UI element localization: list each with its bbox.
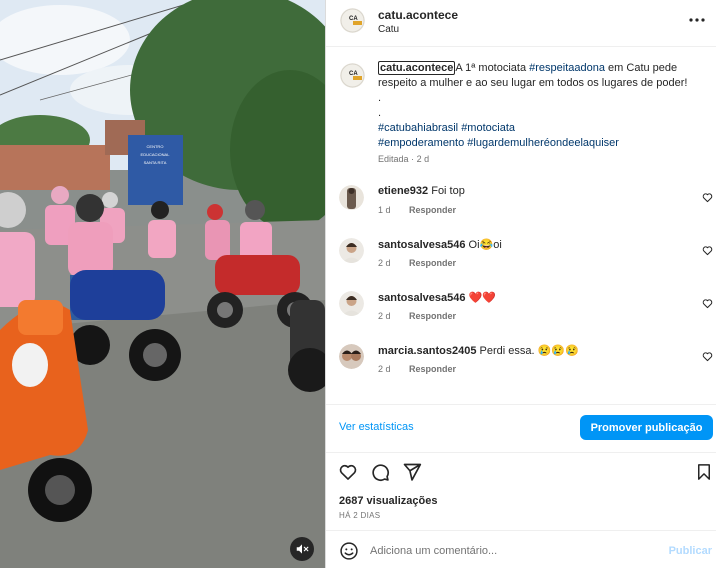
comment-username[interactable]: marcia.santos2405 xyxy=(378,345,476,357)
comment-meta: 2 d Responder xyxy=(378,258,472,268)
caption-author-avatar[interactable]: CA xyxy=(340,63,365,88)
catu-acontece-logo: CA xyxy=(340,8,365,33)
publish-comment-button[interactable]: Publicar xyxy=(669,545,712,557)
commenter-avatar[interactable] xyxy=(339,291,364,316)
instagram-post-modal: CENTRO EDUCACIONAL SANTA RITA CA catu.ac… xyxy=(0,0,716,568)
comment-username[interactable]: etiene932 xyxy=(378,185,428,197)
comment-age: 2 d xyxy=(378,311,391,321)
post-caption: catu.acontece A 1ª motociata #respeitaado… xyxy=(378,61,710,151)
svg-text:SANTA RITA: SANTA RITA xyxy=(144,160,167,165)
view-insights-link[interactable]: Ver estatísticas xyxy=(339,421,414,433)
share-button[interactable] xyxy=(402,462,422,482)
commenter-avatar[interactable] xyxy=(339,344,364,369)
reply-button[interactable]: Responder xyxy=(409,205,456,215)
comment-username[interactable]: santosalvesa546 xyxy=(378,239,465,251)
comment-item: marcia.santos2405 Perdi essa. 😢😢😢 2 d Re… xyxy=(326,344,716,394)
heart-icon xyxy=(702,246,713,256)
emoji-picker-button[interactable] xyxy=(339,541,359,561)
comment-age: 2 d xyxy=(378,364,391,374)
comment-meta: 1 d Responder xyxy=(378,205,472,215)
more-horizontal-icon xyxy=(689,18,705,22)
comment-text-line: santosalvesa546 Oi😂oi xyxy=(378,238,502,251)
divider xyxy=(326,404,716,405)
svg-text:CENTRO: CENTRO xyxy=(147,144,164,149)
heart-icon xyxy=(339,464,357,480)
comment-age: 2 d xyxy=(378,258,391,268)
comment-like-button[interactable] xyxy=(702,190,713,203)
catu-acontece-logo: CA xyxy=(340,63,365,88)
speaker-muted-icon xyxy=(296,544,309,554)
promote-post-button[interactable]: Promover publicação xyxy=(580,415,713,440)
caption-username[interactable]: catu.acontece xyxy=(378,61,456,75)
avatar-photo xyxy=(339,185,364,210)
hashtag-link[interactable]: #lugardemulheréondeelaquiser xyxy=(467,137,619,149)
mute-button[interactable] xyxy=(290,537,314,561)
avatar-photo xyxy=(339,291,364,316)
post-location[interactable]: Catu xyxy=(378,24,399,35)
caption-age: 2 d xyxy=(416,154,430,164)
caption-text-before: A 1ª motociata xyxy=(455,62,530,74)
edited-label: Editada xyxy=(378,154,409,164)
post-video[interactable]: CENTRO EDUCACIONAL SANTA RITA xyxy=(0,0,325,568)
caption-meta: Editada · 2 d xyxy=(378,154,429,164)
hashtag-line: #empoderamento #lugardemulheréondeelaqui… xyxy=(378,136,710,151)
comment-age: 1 d xyxy=(378,205,391,215)
heart-icon xyxy=(702,299,713,309)
comment-text-line: marcia.santos2405 Perdi essa. 😢😢😢 xyxy=(378,344,579,357)
video-frame-illustration: CENTRO EDUCACIONAL SANTA RITA xyxy=(0,0,325,568)
comment-body: Foi top xyxy=(431,185,465,197)
heart-icon xyxy=(702,193,713,203)
hashtag-link[interactable]: #respeitaadona xyxy=(529,62,605,74)
post-timestamp[interactable]: HÁ 2 DIAS xyxy=(339,511,380,520)
comment-text-line: santosalvesa546 ❤️❤️ xyxy=(378,291,496,304)
more-options-button[interactable] xyxy=(688,11,706,29)
caption-paragraph: catu.acontece A 1ª motociata #respeitaado… xyxy=(378,61,710,91)
post-header: CA catu.acontece Catu xyxy=(326,0,716,47)
comment-like-button[interactable] xyxy=(702,349,713,362)
bookmark-icon xyxy=(698,464,710,480)
author-avatar[interactable]: CA xyxy=(340,8,365,33)
hashtag-link[interactable]: #empoderamento xyxy=(378,137,464,149)
divider xyxy=(326,452,716,453)
reply-button[interactable]: Responder xyxy=(409,258,456,268)
comment-username[interactable]: santosalvesa546 xyxy=(378,292,465,304)
commenter-avatar[interactable] xyxy=(339,238,364,263)
smiley-icon xyxy=(340,542,358,560)
heart-icon xyxy=(702,352,713,362)
save-button[interactable] xyxy=(694,462,714,482)
divider xyxy=(326,530,716,531)
like-button[interactable] xyxy=(338,462,358,482)
paper-plane-icon xyxy=(403,463,422,481)
comment-text-line: etiene932 Foi top xyxy=(378,185,465,197)
comment-like-button[interactable] xyxy=(702,243,713,256)
reply-button[interactable]: Responder xyxy=(409,364,456,374)
hashtag-link[interactable]: #catubahiabrasil xyxy=(378,122,458,134)
caption-dot: . xyxy=(378,92,382,104)
author-username[interactable]: catu.acontece xyxy=(378,8,458,22)
comment-bubble-icon xyxy=(372,464,390,482)
comment-button[interactable] xyxy=(370,462,390,482)
comment-meta: 2 d Responder xyxy=(378,364,472,374)
view-count[interactable]: 2687 visualizações xyxy=(339,495,437,507)
hashtag-link[interactable]: #motociata xyxy=(461,122,515,134)
svg-text:EDUCACIONAL: EDUCACIONAL xyxy=(141,152,171,157)
comment-meta: 2 d Responder xyxy=(378,311,472,321)
comment-item: santosalvesa546 Oi😂oi 2 d Responder xyxy=(326,238,716,288)
avatar-photo xyxy=(339,344,364,369)
meta-separator: · xyxy=(411,154,415,164)
reply-button[interactable]: Responder xyxy=(409,311,456,321)
comment-body: Oi😂oi xyxy=(468,239,502,251)
add-comment-input[interactable] xyxy=(370,540,650,562)
comment-item: etiene932 Foi top 1 d Responder xyxy=(326,185,716,235)
comment-like-button[interactable] xyxy=(702,296,713,309)
avatar-photo xyxy=(339,238,364,263)
comment-body: Perdi essa. 😢😢😢 xyxy=(479,345,579,357)
caption-dot: . xyxy=(378,107,382,119)
comment-item: santosalvesa546 ❤️❤️ 2 d Responder xyxy=(326,291,716,341)
hashtag-line: #catubahiabrasil #motociata xyxy=(378,121,710,136)
post-details-panel: CA catu.acontece Catu CA catu.acontece A… xyxy=(326,0,716,568)
commenter-avatar[interactable] xyxy=(339,185,364,210)
comment-body: ❤️❤️ xyxy=(468,292,496,304)
